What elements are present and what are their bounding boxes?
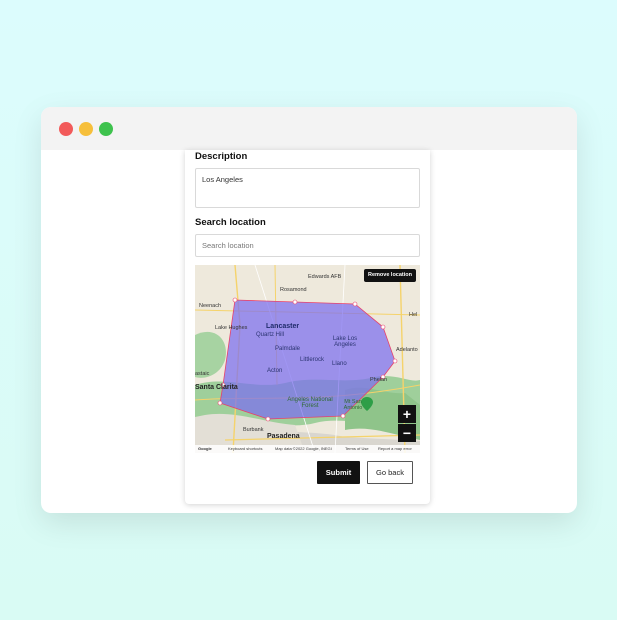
map-label-littlerock: Littlerock xyxy=(300,357,325,363)
report-map-error-link[interactable]: Report a map error xyxy=(378,446,412,451)
map-label-lancaster: Lancaster xyxy=(266,323,300,330)
zoom-out-button[interactable]: − xyxy=(398,424,416,442)
location-form-card: Description Los Angeles Search location xyxy=(185,150,430,504)
terms-of-use-link[interactable]: Terms of Use xyxy=(345,446,369,451)
map-label-lake-hughes: Lake Hughes xyxy=(215,325,248,331)
keyboard-shortcuts-link[interactable]: Keyboard shortcuts xyxy=(228,446,262,451)
map-label-neenach: Neenach xyxy=(199,303,222,309)
map-label-adelanto: Adelanto xyxy=(396,347,418,353)
map-data-credit: Map data ©2022 Google, INEGI xyxy=(275,446,332,451)
minimize-window-button[interactable] xyxy=(79,122,93,136)
search-location-label: Search location xyxy=(195,217,266,228)
map-label-pasadena: Pasadena xyxy=(267,433,300,440)
map-label-acton: Acton xyxy=(267,368,283,374)
go-back-button[interactable]: Go back xyxy=(367,461,413,484)
map-label-mt-san-antonio: Mt San Antonio xyxy=(343,399,363,411)
map-label-phelan: Phelan xyxy=(370,377,388,383)
map-label-palmdale: Palmdale xyxy=(275,346,301,352)
map-label-burbank: Burbank xyxy=(243,427,264,433)
title-bar xyxy=(41,107,577,150)
description-field[interactable]: Los Angeles xyxy=(195,168,420,208)
map-label-quartz-hill: Quartz Hill xyxy=(256,332,285,338)
map-label-helendale: Hel xyxy=(409,312,418,318)
map-attribution-bar: Google Keyboard shortcuts Map data ©2022… xyxy=(195,445,420,453)
close-window-button[interactable] xyxy=(59,122,73,136)
remove-location-button[interactable]: Remove location xyxy=(363,269,416,282)
browser-window: Description Los Angeles Search location xyxy=(41,107,577,513)
submit-button[interactable]: Submit xyxy=(317,461,360,484)
map-label-rosamond: Rosamond xyxy=(280,287,307,293)
description-value: Los Angeles xyxy=(202,175,243,184)
search-location-input[interactable] xyxy=(195,234,420,257)
description-label: Description xyxy=(195,151,248,162)
map-label-angeles-nf: Angeles National Forest xyxy=(287,397,333,409)
google-logo: Google xyxy=(198,446,212,451)
zoom-in-button[interactable]: + xyxy=(398,405,416,423)
map-label-castaic: astaic xyxy=(195,371,210,377)
map-label-edwards: Edwards AFB xyxy=(308,274,342,280)
map-label-santa-clarita: Santa Clarita xyxy=(195,384,238,391)
map-label-lake-los-angeles: Lake Los Angeles xyxy=(332,336,358,348)
maximize-window-button[interactable] xyxy=(99,122,113,136)
map-label-llano: Llano xyxy=(332,361,347,367)
map-view[interactable]: Edwards AFB Rosamond Neenach Lancaster L… xyxy=(195,265,420,453)
